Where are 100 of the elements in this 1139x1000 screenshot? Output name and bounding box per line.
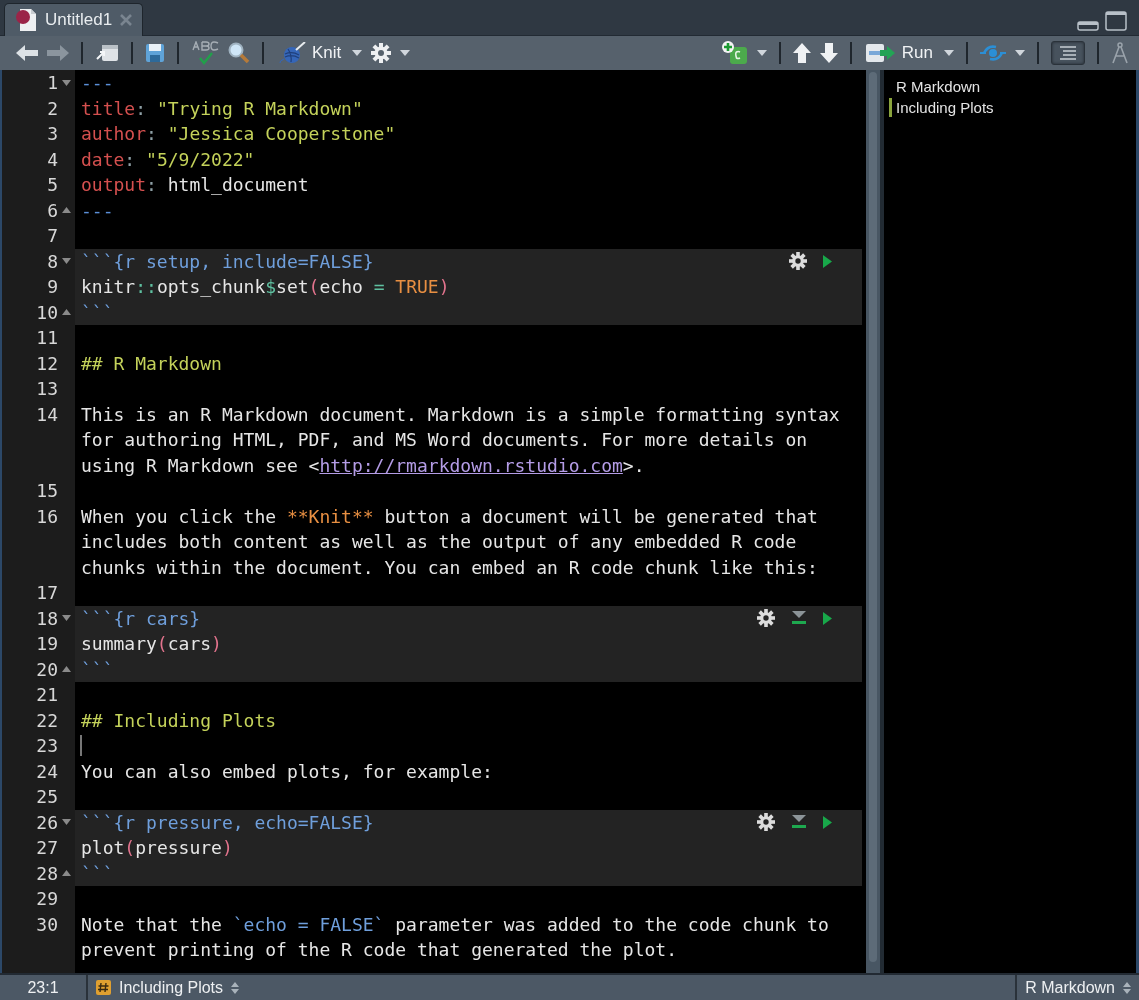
code-line: for authoring HTML, PDF, and MS Word documents. For more details on: [81, 429, 808, 451]
code-line: When you click the **Knit** button a document will be generated that: [81, 505, 818, 527]
line-number: 8: [47, 250, 58, 272]
line-number: 3: [47, 123, 58, 145]
knit-button[interactable]: Knit: [276, 39, 344, 67]
maximize-icon[interactable]: [1105, 11, 1127, 31]
save-icon[interactable]: [145, 43, 165, 63]
code-line: ```{r cars}: [81, 607, 201, 629]
line-number: 30: [36, 913, 58, 935]
line-number: 13: [36, 378, 58, 400]
code-line: ```{r pressure, echo=FALSE}: [81, 811, 374, 833]
line-number: 14: [36, 403, 58, 425]
fold-arrow-icon[interactable]: [62, 819, 71, 826]
compass-icon[interactable]: [1111, 42, 1129, 64]
line-number: 6: [47, 199, 58, 221]
dropdown-caret-icon: [756, 50, 767, 56]
run-chunk-icon[interactable]: [823, 254, 832, 268]
code-line: ## Including Plots: [81, 709, 277, 731]
code-line: using R Markdown see <http://rmarkdown.rstudio.com>.: [81, 454, 645, 476]
up-down-caret-icon: [231, 981, 240, 994]
file-type-selector[interactable]: R Markdown: [1015, 975, 1139, 1000]
line-number: 25: [36, 786, 58, 808]
line-number: 23: [36, 735, 58, 757]
code-line: summary(cars): [81, 633, 222, 655]
line-number: 11: [36, 327, 58, 349]
section-selector[interactable]: Including Plots: [88, 975, 1016, 1000]
fold-arrow-icon[interactable]: [62, 309, 71, 316]
dropdown-caret-icon: [1015, 50, 1025, 56]
scrollbar[interactable]: [866, 70, 880, 973]
line-number: 10: [36, 301, 58, 323]
run-above-icon[interactable]: [791, 611, 807, 626]
up-arrow-icon[interactable]: [792, 43, 811, 63]
settings-icon[interactable]: [757, 609, 775, 628]
fold-arrow-icon[interactable]: [62, 870, 71, 877]
code-line: You can also embed plots, for example:: [81, 760, 493, 782]
heading-icon: [96, 980, 111, 995]
minimize-icon[interactable]: [1077, 21, 1099, 31]
settings-icon[interactable]: [789, 252, 807, 271]
insert-chunk-icon[interactable]: [721, 41, 748, 65]
settings-icon[interactable]: [757, 813, 775, 832]
code-line: output: html_document: [81, 174, 309, 196]
code-line: plot(pressure): [81, 837, 233, 859]
popout-window-icon[interactable]: [95, 44, 119, 62]
run-button[interactable]: Run: [863, 39, 935, 67]
fold-arrow-icon[interactable]: [62, 258, 71, 265]
line-number: 28: [36, 862, 58, 884]
line-number: 29: [36, 888, 58, 910]
line-number: 15: [36, 480, 58, 502]
code-line: chunks within the document. You can embed an R code chunk like this:: [81, 556, 818, 578]
code-line: ## R Markdown: [81, 352, 222, 374]
outline-icon: [1058, 46, 1078, 60]
line-number: 4: [47, 148, 58, 170]
rmd-file-icon: [15, 8, 37, 32]
run-above-icon[interactable]: [791, 815, 807, 830]
fold-arrow-icon[interactable]: [62, 666, 71, 673]
run-chunk-icon[interactable]: [823, 815, 832, 829]
fold-arrow-icon[interactable]: [62, 79, 71, 86]
dropdown-caret-icon: [352, 50, 363, 56]
fold-arrow-icon[interactable]: [62, 615, 71, 622]
line-number: 21: [36, 684, 58, 706]
code-line: author: "Jessica Cooperstone": [81, 123, 396, 145]
tab-title: Untitled1: [45, 10, 113, 30]
code-line: prevent printing of the R code that generated the plot.: [81, 939, 678, 961]
outline-item[interactable]: R Markdown: [889, 77, 981, 96]
outline-toggle[interactable]: [1051, 41, 1085, 65]
settings-icon[interactable]: [371, 43, 392, 63]
back-arrow-icon[interactable]: [16, 45, 38, 61]
code-line: This is an R Markdown document. Markdown is a simple formatting syntax: [81, 403, 840, 425]
code-line: knitr::opts_chunk$set(echo = TRUE): [81, 276, 450, 298]
cursor-position: 23:1: [27, 978, 59, 997]
code-line: date: "5/9/2022": [81, 148, 255, 170]
yarn-ball-icon: [278, 42, 306, 64]
code-line: ---: [81, 199, 114, 221]
run-chunk-icon[interactable]: [823, 611, 832, 625]
run-lines-icon: [865, 43, 896, 63]
line-number: 1: [47, 72, 58, 94]
up-down-caret-icon: [1123, 981, 1131, 994]
line-number: 18: [36, 607, 58, 629]
search-icon[interactable]: [228, 42, 250, 64]
outline-item[interactable]: Including Plots: [889, 98, 994, 117]
code-line: ```{r setup, include=FALSE}: [81, 250, 374, 272]
line-number: 19: [36, 633, 58, 655]
code-line: title: "Trying R Markdown": [81, 97, 363, 119]
line-number: 17: [36, 582, 58, 604]
line-number: 20: [36, 658, 58, 680]
line-number: 16: [36, 505, 58, 527]
spellcheck-icon[interactable]: [191, 41, 219, 65]
line-number: 2: [47, 97, 58, 119]
line-number: 12: [36, 352, 58, 374]
code-line: ---: [81, 72, 114, 94]
editor-tab[interactable]: Untitled1: [4, 3, 144, 36]
fold-arrow-icon[interactable]: [62, 207, 71, 214]
code-line: ```: [81, 862, 114, 884]
line-number: 7: [47, 225, 58, 247]
line-number: 24: [36, 760, 58, 782]
line-number: 22: [36, 709, 58, 731]
code-line: ```: [81, 658, 114, 680]
dropdown-caret-icon: [400, 50, 411, 56]
down-arrow-icon[interactable]: [819, 43, 838, 63]
line-number: 5: [47, 174, 58, 196]
